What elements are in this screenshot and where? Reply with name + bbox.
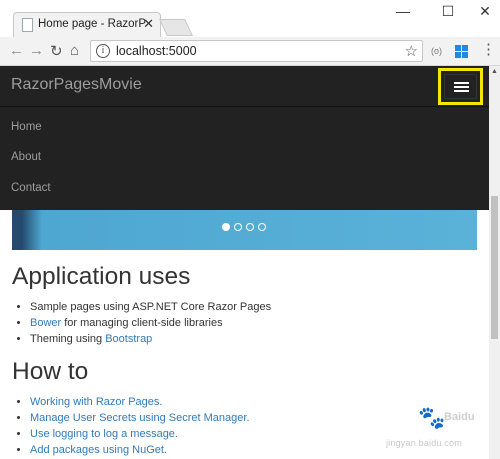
scroll-up-arrow-icon[interactable]: ▲	[489, 66, 500, 78]
tab-close-icon[interactable]: ✕	[143, 16, 154, 32]
nuget-link[interactable]: Add packages using NuGet.	[30, 444, 167, 456]
new-tab-button[interactable]	[159, 19, 193, 36]
carousel-indicator-3[interactable]	[246, 223, 254, 231]
list-item: Add packages using NuGet.	[30, 442, 250, 458]
carousel-indicator-2[interactable]	[234, 223, 242, 231]
razor-pages-link[interactable]: Working with Razor Pages.	[30, 396, 162, 408]
nav-link-contact[interactable]: Contact	[11, 182, 51, 194]
browser-menu-icon[interactable]: ⋮	[481, 42, 496, 57]
home-icon[interactable]: ⌂	[70, 42, 79, 59]
navbar-brand[interactable]: RazorPagesMovie	[11, 76, 142, 94]
page-viewport: RazorPagesMovie Home About Contact Appli…	[0, 66, 489, 459]
logging-link[interactable]: Use logging to log a message.	[30, 428, 178, 440]
application-uses-list: Sample pages using ASP.NET Core Razor Pa…	[30, 299, 271, 347]
reload-icon[interactable]: ↻	[50, 42, 63, 60]
extension-icon[interactable]: (o)	[431, 46, 442, 56]
navbar-divider	[0, 106, 489, 107]
carousel-indicator-1[interactable]	[222, 223, 230, 231]
browser-toolbar: ← → ↻ ⌂ i localhost:5000 ☆ (o) ⋮	[0, 37, 500, 66]
list-item: Working with Razor Pages.	[30, 394, 250, 410]
minimize-button[interactable]: —	[388, 3, 418, 19]
navbar: RazorPagesMovie Home About Contact	[0, 66, 489, 210]
page-favicon-icon	[22, 18, 33, 32]
forward-arrow-icon[interactable]: →	[29, 42, 44, 59]
info-icon[interactable]: i	[96, 44, 110, 58]
bower-link[interactable]: Bower	[30, 317, 61, 329]
close-window-button[interactable]: ✕	[470, 3, 500, 20]
list-item-text: Theming using	[30, 333, 106, 345]
how-to-list: Working with Razor Pages. Manage User Se…	[30, 394, 250, 458]
back-arrow-icon[interactable]: ←	[9, 42, 24, 59]
heading-how-to: How to	[12, 358, 89, 385]
url-text[interactable]: localhost:5000	[116, 44, 197, 58]
windows-extension-icon[interactable]	[455, 45, 469, 59]
tab-title: Home page - RazorPages	[38, 18, 146, 30]
list-item: Manage User Secrets using Secret Manager…	[30, 410, 250, 426]
scrollbar-thumb[interactable]	[491, 196, 498, 339]
hamburger-icon	[444, 74, 477, 99]
list-item: Use logging to log a message.	[30, 426, 250, 442]
user-secrets-link[interactable]: Manage User Secrets using Secret Manager…	[30, 412, 250, 424]
heading-application-uses: Application uses	[12, 263, 191, 290]
carousel	[12, 210, 477, 250]
list-item-text: Sample pages using ASP.NET Core Razor Pa…	[30, 301, 272, 313]
bootstrap-link[interactable]: Bootstrap	[105, 333, 152, 345]
page-scrollbar[interactable]: ▲	[489, 66, 500, 459]
browser-tab[interactable]: Home page - RazorPages ✕	[13, 12, 161, 37]
list-item: Theming using Bootstrap	[30, 331, 271, 347]
list-item: Sample pages using ASP.NET Core Razor Pa…	[30, 299, 271, 315]
carousel-indicator-4[interactable]	[258, 223, 266, 231]
nav-link-about[interactable]: About	[11, 151, 41, 163]
bookmark-star-icon[interactable]: ☆	[405, 42, 418, 60]
maximize-button[interactable]: ☐	[433, 3, 463, 20]
list-item: Bower for managing client-side libraries	[30, 315, 271, 331]
address-bar[interactable]: i localhost:5000 ☆	[90, 40, 423, 62]
nav-link-home[interactable]: Home	[11, 121, 42, 133]
navbar-toggle-button[interactable]	[438, 68, 483, 105]
list-item-text: for managing client-side libraries	[61, 317, 223, 329]
browser-tabstrip: Home page - RazorPages ✕ — ☐ ✕	[0, 0, 500, 37]
